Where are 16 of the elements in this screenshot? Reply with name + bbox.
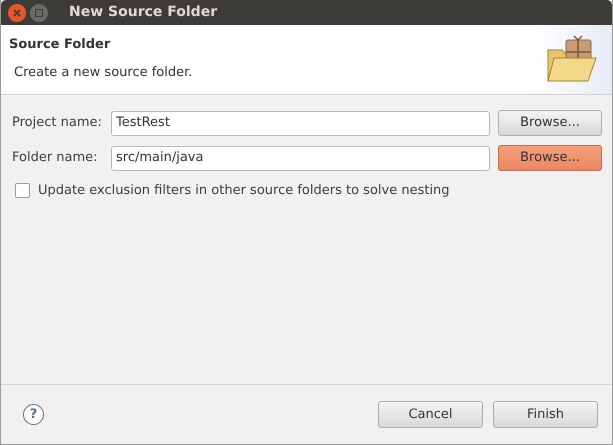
page-title: Source Folder	[9, 36, 112, 54]
close-icon[interactable]	[8, 4, 26, 22]
input-field[interactable]: src/main/java	[111, 146, 490, 170]
field-label: Folder name:	[11, 149, 99, 168]
input-field[interactable]: TestRest	[111, 110, 490, 136]
window-title: New Source Folder	[69, 3, 218, 22]
checkbox-label: Update exclusion filters in other source folders to solve nesting	[38, 182, 450, 200]
browse-button[interactable]: Browse...	[498, 145, 602, 171]
cancel-button[interactable]: Cancel	[378, 401, 483, 428]
help-button[interactable]: ?	[23, 404, 44, 425]
checkbox[interactable]	[15, 183, 30, 198]
browse-button[interactable]: Browse...	[498, 110, 602, 136]
page-description: Create a new source folder.	[14, 64, 194, 82]
finish-button[interactable]: Finish	[493, 401, 598, 428]
field-label: Project name:	[11, 114, 103, 132]
maximize-icon[interactable]	[30, 4, 48, 22]
